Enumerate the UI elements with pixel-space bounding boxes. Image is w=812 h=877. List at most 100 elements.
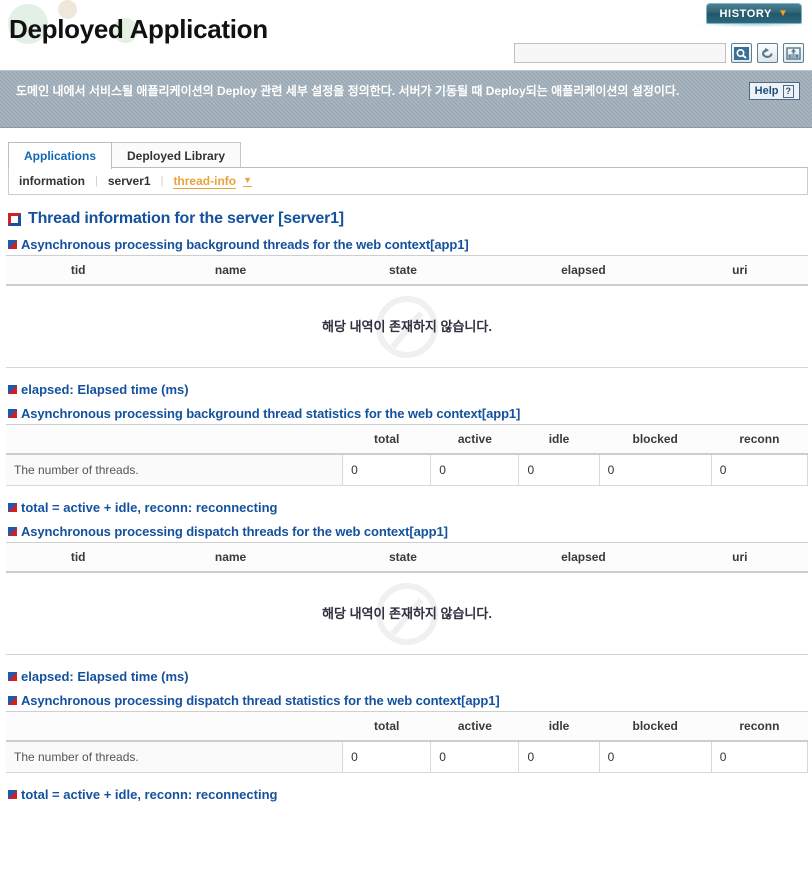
cell-active: 0 bbox=[430, 740, 520, 773]
column-header-tid: tid bbox=[6, 542, 151, 573]
column-header-name: name bbox=[150, 255, 311, 286]
svg-text:XML: XML bbox=[790, 54, 797, 58]
column-header-state: state bbox=[310, 255, 496, 286]
tab-applications[interactable]: Applications bbox=[8, 142, 113, 169]
tab-applications-label: Applications bbox=[24, 149, 97, 163]
column-header-tid: tid bbox=[6, 255, 151, 286]
column-header-blocked: blocked bbox=[599, 711, 712, 742]
search-icon[interactable] bbox=[731, 43, 752, 63]
table-row: The number of threads. 0 0 0 0 0 bbox=[6, 740, 809, 773]
column-header-blank bbox=[6, 424, 343, 455]
column-header-active: active bbox=[430, 711, 519, 742]
description-banner: 도메인 내에서 서비스될 애플리케이션의 Deploy 관련 세부 설정을 정의… bbox=[0, 70, 812, 128]
background-threads-table: tid name state elapsed uri 해당 내역이 존재하지 않… bbox=[6, 255, 808, 368]
table-empty-row: 해당 내역이 존재하지 않습니다. bbox=[6, 285, 808, 368]
cell-active: 0 bbox=[430, 453, 520, 486]
table-header-row: tid name state elapsed uri bbox=[6, 255, 808, 286]
note-elapsed-background: elapsed: Elapsed time (ms) bbox=[8, 382, 808, 397]
cell-idle: 0 bbox=[518, 453, 600, 486]
empty-state-message: 해당 내역이 존재하지 않습니다. bbox=[322, 606, 492, 621]
subsection-title-background-stats: Asynchronous processing background threa… bbox=[8, 406, 808, 421]
chevron-down-icon: ▼ bbox=[778, 7, 789, 19]
column-header-elapsed: elapsed bbox=[495, 542, 672, 573]
column-header-name: name bbox=[150, 542, 311, 573]
main-content: Thread information for the server [serve… bbox=[0, 210, 812, 802]
tab-deployed-library-label: Deployed Library bbox=[127, 149, 226, 163]
table-header-row: total active idle blocked reconn bbox=[6, 424, 808, 455]
subsection-bullet-icon bbox=[8, 527, 17, 536]
note-label: elapsed: Elapsed time (ms) bbox=[21, 669, 189, 684]
column-header-total: total bbox=[342, 711, 431, 742]
refresh-icon[interactable] bbox=[757, 43, 778, 63]
cell-total: 0 bbox=[342, 740, 432, 773]
page-header: Deployed Application HISTORY ▼ XML bbox=[0, 0, 812, 68]
subsection-bullet-icon bbox=[8, 409, 17, 418]
table-empty-row: 해당 내역이 존재하지 않습니다. bbox=[6, 572, 808, 655]
search-input[interactable] bbox=[514, 43, 726, 63]
chevron-down-icon[interactable]: ▼ bbox=[243, 175, 253, 187]
history-label: HISTORY bbox=[719, 7, 772, 20]
search-toolbar: XML bbox=[514, 43, 804, 63]
breadcrumb-separator: | bbox=[95, 175, 98, 187]
note-bullet-icon bbox=[8, 790, 17, 799]
note-label: elapsed: Elapsed time (ms) bbox=[21, 382, 189, 397]
cell-reconn: 0 bbox=[710, 740, 809, 773]
subsection-title-dispatch-stats: Asynchronous processing dispatch thread … bbox=[8, 693, 808, 708]
background-stats-table: total active idle blocked reconn The num… bbox=[6, 424, 809, 486]
table-header-row: tid name state elapsed uri bbox=[6, 542, 808, 573]
column-header-state: state bbox=[310, 542, 496, 573]
note-total-background: total = active + idle, reconn: reconnect… bbox=[8, 500, 808, 515]
note-elapsed-dispatch: elapsed: Elapsed time (ms) bbox=[8, 669, 808, 684]
help-label: Help bbox=[754, 85, 779, 97]
breadcrumb: information | server1 | thread-info ▼ bbox=[8, 167, 808, 195]
column-header-active: active bbox=[430, 424, 519, 455]
column-header-uri: uri bbox=[671, 542, 808, 573]
subsection-bullet-icon bbox=[8, 696, 17, 705]
cell-blocked: 0 bbox=[598, 453, 712, 486]
empty-state-cell: 해당 내역이 존재하지 않습니다. bbox=[6, 572, 808, 655]
subsection-label: Asynchronous processing dispatch threads… bbox=[21, 524, 448, 539]
page-section-title-label: Thread information for the server [serve… bbox=[28, 210, 344, 227]
cell-idle: 0 bbox=[518, 740, 600, 773]
column-header-reconn: reconn bbox=[711, 711, 808, 742]
column-header-total: total bbox=[342, 424, 431, 455]
xml-export-icon[interactable]: XML bbox=[783, 43, 804, 63]
help-button[interactable]: Help ? bbox=[748, 82, 800, 100]
empty-state-message: 해당 내역이 존재하지 않습니다. bbox=[322, 319, 492, 334]
column-header-blocked: blocked bbox=[599, 424, 712, 455]
note-label: total = active + idle, reconn: reconnect… bbox=[21, 787, 278, 802]
breadcrumb-separator: | bbox=[160, 175, 164, 187]
table-row: The number of threads. 0 0 0 0 0 bbox=[6, 453, 809, 486]
section-bullet-icon bbox=[8, 212, 21, 226]
note-label: total = active + idle, reconn: reconnect… bbox=[21, 500, 278, 515]
column-header-blank bbox=[6, 711, 343, 742]
page-title: Deployed Application bbox=[9, 14, 268, 44]
page-section-title: Thread information for the server [serve… bbox=[8, 210, 808, 228]
column-header-uri: uri bbox=[671, 255, 808, 286]
dispatch-threads-table: tid name state elapsed uri 해당 내역이 존재하지 않… bbox=[6, 542, 808, 655]
cell-reconn: 0 bbox=[710, 453, 809, 486]
column-header-reconn: reconn bbox=[711, 424, 808, 455]
breadcrumb-item-server1[interactable]: server1 bbox=[108, 174, 151, 188]
tab-deployed-library[interactable]: Deployed Library bbox=[111, 142, 242, 169]
note-bullet-icon bbox=[8, 503, 17, 512]
subsection-label: Asynchronous processing dispatch thread … bbox=[21, 693, 500, 708]
column-header-idle: idle bbox=[518, 711, 600, 742]
tab-bar: Applications Deployed Library bbox=[0, 140, 812, 169]
history-button[interactable]: HISTORY ▼ bbox=[706, 3, 802, 24]
breadcrumb-item-information[interactable]: information bbox=[19, 174, 85, 188]
description-text: 도메인 내에서 서비스될 애플리케이션의 Deploy 관련 세부 설정을 정의… bbox=[16, 84, 680, 98]
question-mark-icon: ? bbox=[782, 84, 794, 98]
row-label: The number of threads. bbox=[6, 740, 344, 773]
subsection-title-dispatch-threads: Asynchronous processing dispatch threads… bbox=[8, 524, 808, 539]
note-bullet-icon bbox=[8, 672, 17, 681]
breadcrumb-item-thread-info[interactable]: thread-info bbox=[173, 174, 237, 189]
column-header-elapsed: elapsed bbox=[495, 255, 672, 286]
empty-state-cell: 해당 내역이 존재하지 않습니다. bbox=[6, 285, 808, 368]
row-label: The number of threads. bbox=[6, 453, 344, 486]
table-header-row: total active idle blocked reconn bbox=[6, 711, 808, 742]
note-bullet-icon bbox=[8, 385, 17, 394]
subsection-label: Asynchronous processing background threa… bbox=[21, 237, 469, 252]
cell-total: 0 bbox=[342, 453, 432, 486]
subsection-label: Asynchronous processing background threa… bbox=[21, 406, 521, 421]
